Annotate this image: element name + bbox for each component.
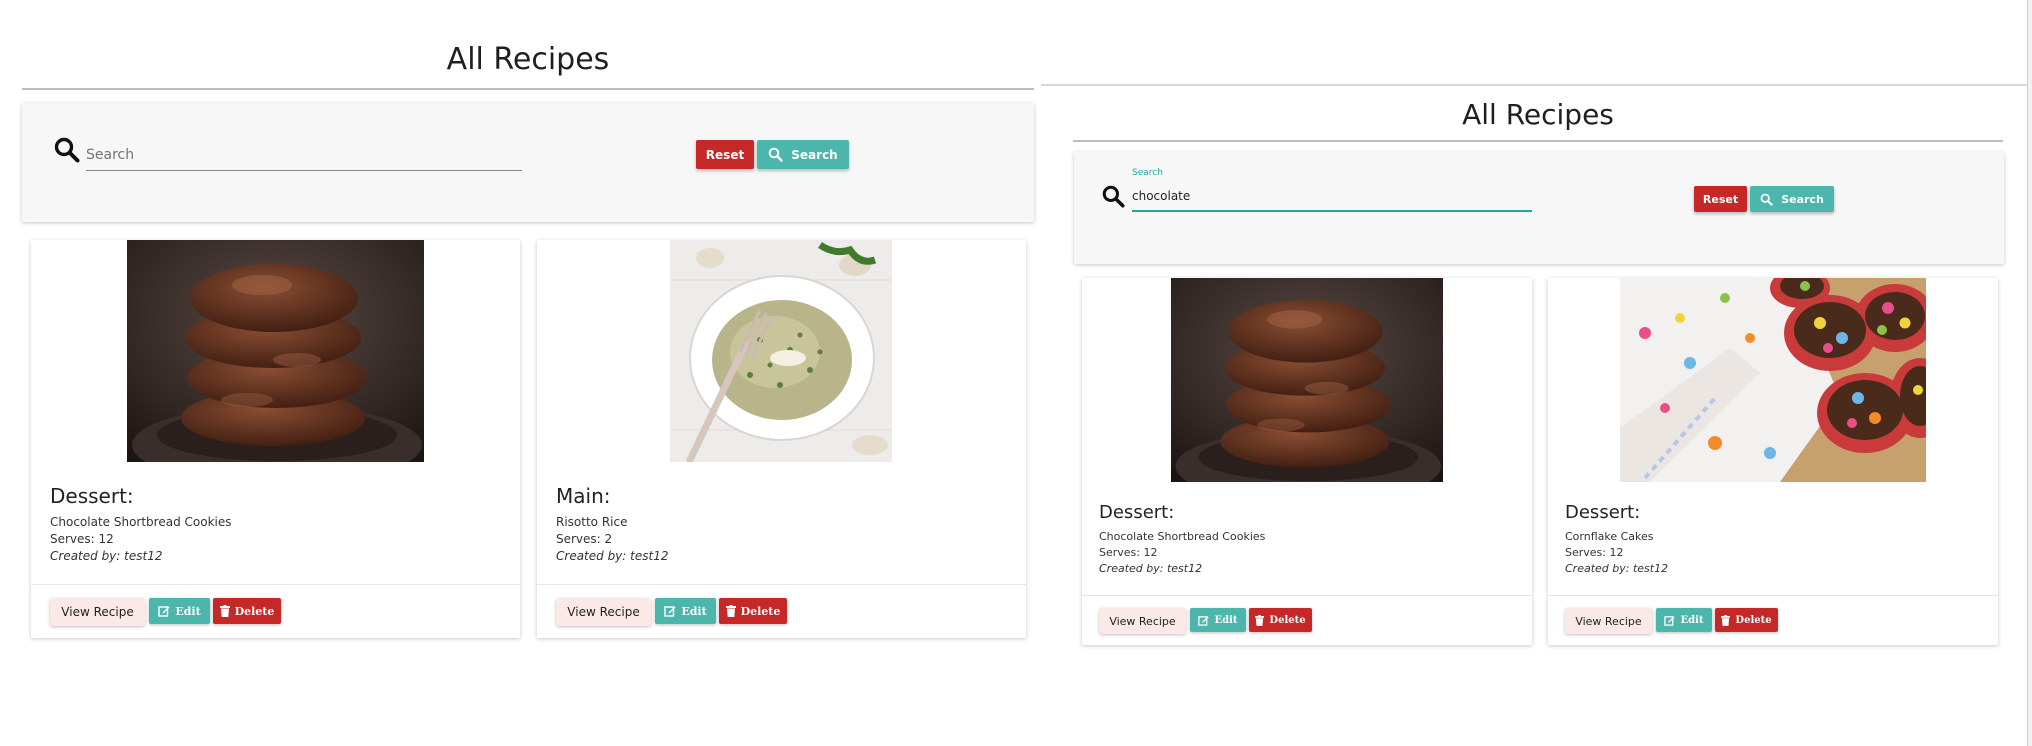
reset-label: Reset [1702, 192, 1739, 206]
search-icon [1760, 193, 1773, 206]
view-recipe-button[interactable]: View Recipe [1565, 608, 1652, 634]
card-serves: Serves: 12 [50, 532, 114, 546]
chocolate-cookies-image [127, 240, 424, 462]
view-recipe-label: View Recipe [61, 605, 134, 619]
search-card: Search Reset Search [1074, 152, 2004, 264]
card-author: Created by: test12 [1565, 562, 1669, 575]
risotto-bowl-image [670, 240, 892, 462]
trash-icon [725, 605, 736, 617]
cornflake-cakes-image [1620, 278, 1926, 482]
recipe-card: Main: Risotto Rice Serves: 2 Created by:… [537, 240, 1026, 638]
card-divider [1082, 595, 1532, 596]
card-recipe-name: Chocolate Shortbread Cookies [1099, 530, 1266, 543]
delete-label: Delete [234, 604, 275, 618]
card-divider [1548, 595, 1998, 596]
delete-label: Delete [1269, 614, 1306, 626]
card-category: Dessert: [1099, 502, 1175, 523]
chocolate-cookies-image [1171, 278, 1443, 482]
search-icon [768, 147, 783, 162]
edit-icon [158, 605, 170, 617]
view-recipe-label: View Recipe [567, 605, 640, 619]
search-field-label: Search [1132, 168, 1163, 178]
recipe-card: Dessert: Chocolate Shortbread Cookies Se… [31, 240, 520, 638]
view-recipe-button[interactable]: View Recipe [556, 598, 651, 626]
reset-button[interactable]: Reset [1694, 186, 1747, 212]
delete-button[interactable]: Delete [719, 598, 787, 624]
search-card: Reset Search [22, 103, 1034, 222]
card-author: Created by: test12 [556, 549, 669, 563]
edit-icon [1198, 615, 1210, 626]
edit-icon [1664, 615, 1676, 626]
reset-button[interactable]: Reset [696, 140, 754, 169]
page-title: All Recipes [446, 42, 610, 77]
delete-button[interactable]: Delete [1249, 608, 1312, 632]
card-serves: Serves: 2 [556, 532, 613, 546]
search-button[interactable]: Search [1750, 186, 1834, 212]
search-label: Search [1781, 192, 1824, 206]
reset-label: Reset [705, 147, 745, 162]
view-recipe-button[interactable]: View Recipe [50, 598, 145, 626]
search-button[interactable]: Search [757, 140, 849, 169]
scrollbar[interactable] [2027, 0, 2032, 746]
delete-button[interactable]: Delete [1715, 608, 1778, 632]
recipe-card: Dessert: Chocolate Shortbread Cookies Se… [1082, 278, 1532, 645]
card-recipe-name: Risotto Rice [556, 515, 628, 529]
edit-button[interactable]: Edit [1656, 608, 1712, 632]
edit-label: Edit [1214, 614, 1238, 626]
search-icon [54, 137, 80, 163]
card-divider [31, 584, 520, 585]
page-title: All Recipes [1462, 98, 1614, 131]
search-input[interactable] [86, 139, 522, 171]
card-recipe-name: Cornflake Cakes [1565, 530, 1654, 543]
edit-label: Edit [1680, 614, 1704, 626]
view-recipe-label: View Recipe [1109, 614, 1176, 628]
trash-icon [1255, 614, 1265, 626]
edit-label: Edit [175, 604, 201, 618]
view-recipe-button[interactable]: View Recipe [1099, 608, 1186, 634]
trash-icon [219, 605, 230, 617]
card-divider [537, 584, 1026, 585]
edit-button[interactable]: Edit [655, 598, 716, 624]
delete-label: Delete [740, 604, 781, 618]
left-recipes-view: All Recipes Reset Search [0, 0, 1040, 746]
card-author: Created by: test12 [1099, 562, 1203, 575]
card-recipe-name: Chocolate Shortbread Cookies [50, 515, 232, 529]
card-category: Dessert: [50, 484, 134, 508]
search-input[interactable] [1132, 182, 1532, 212]
search-label: Search [791, 147, 838, 162]
edit-icon [664, 605, 676, 617]
card-category: Main: [556, 484, 611, 508]
card-author: Created by: test12 [50, 549, 163, 563]
recipe-card: Dessert: Cornflake Cakes Serves: 12 Crea… [1548, 278, 1998, 645]
edit-button[interactable]: Edit [149, 598, 210, 624]
delete-label: Delete [1735, 614, 1772, 626]
search-icon [1102, 185, 1125, 208]
right-search-results-view: All Recipes Search Reset Search [1041, 84, 2027, 746]
card-category: Dessert: [1565, 502, 1641, 523]
title-divider [22, 88, 1034, 90]
card-serves: Serves: 12 [1565, 546, 1624, 559]
trash-icon [1721, 614, 1731, 626]
edit-button[interactable]: Edit [1190, 608, 1246, 632]
view-recipe-label: View Recipe [1575, 614, 1642, 628]
card-serves: Serves: 12 [1099, 546, 1158, 559]
edit-label: Edit [681, 604, 707, 618]
title-divider [1073, 140, 2003, 142]
delete-button[interactable]: Delete [213, 598, 281, 624]
